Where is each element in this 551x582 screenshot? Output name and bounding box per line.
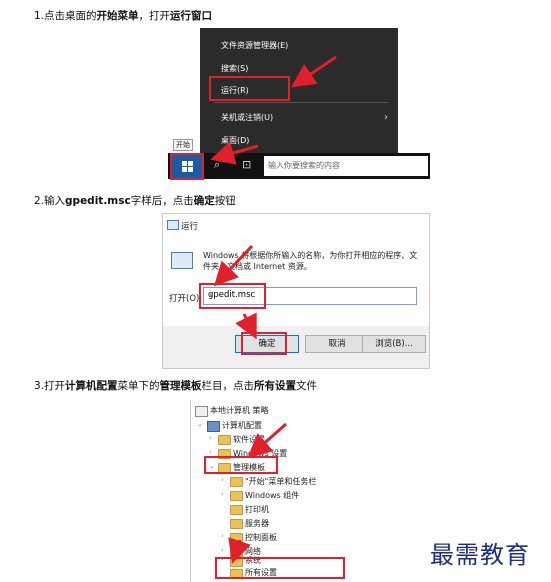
folder-icon — [230, 491, 243, 501]
menu-divider — [214, 102, 388, 103]
tree-windows-components[interactable]: Windows 组件 — [245, 490, 299, 501]
highlight-admin-templates — [204, 456, 278, 474]
step-3-instruction: 3.打开计算机配置菜单下的管理模板栏目，点击所有设置文件 — [34, 378, 317, 393]
chevron-right-icon: › — [384, 112, 388, 123]
start-tooltip: 开始 — [173, 139, 193, 151]
search-icon[interactable]: ⌕ — [214, 158, 220, 172]
run-title-icon — [167, 220, 179, 230]
tree-control-panel[interactable]: 控制面板 — [245, 532, 277, 543]
step-1-instruction: 1.点击桌面的开始菜单，打开运行窗口 — [34, 8, 212, 23]
step-1-bold-start-menu: 开始菜单 — [96, 10, 139, 22]
folder-icon — [230, 519, 243, 529]
highlight-run-item — [209, 76, 290, 101]
tree-start-menu-taskbar[interactable]: "开始"菜单和任务栏 — [245, 476, 316, 487]
expand-down-icon[interactable]: ⌄ — [197, 420, 203, 428]
policy-root-icon — [195, 406, 208, 417]
open-label: 打开(O): — [169, 294, 203, 304]
taskbar-search-placeholder: 输入你要搜索的内容 — [268, 161, 340, 170]
folder-icon — [230, 477, 243, 487]
start-menu-screenshot: 文件资源管理器(E) 搜索(S) 运行(R) 关机或注销(U) › 桌面(D) … — [168, 28, 430, 183]
watermark-logo: 最需教育 — [430, 541, 530, 569]
tree-computer-config[interactable]: 计算机配置 — [222, 420, 262, 431]
step-2-bold-command: gpedit.msc — [65, 195, 131, 207]
highlight-start-button — [170, 153, 204, 180]
folder-icon — [230, 533, 243, 543]
expand-right-icon[interactable]: › — [221, 490, 224, 498]
step-2-text-post: 按钮 — [214, 195, 236, 207]
expand-right-icon[interactable]: › — [221, 532, 224, 540]
highlight-all-settings — [215, 557, 345, 579]
menu-item-file-explorer[interactable]: 文件资源管理器(E) — [221, 40, 288, 51]
task-view-icon[interactable]: ⊡ — [242, 158, 251, 171]
folder-icon — [230, 505, 243, 515]
expand-right-icon[interactable]: › — [209, 448, 212, 456]
folder-icon — [230, 547, 243, 557]
step-3-bold-computer-config: 计算机配置 — [65, 380, 118, 392]
step-1-text-mid: ，打开 — [138, 10, 171, 22]
run-description: Windows 将根据你所输入的名称，为你打开相应的程序、文件夹、文档或 Int… — [203, 251, 418, 271]
expand-right-icon[interactable]: › — [221, 546, 224, 554]
highlight-ok-button — [241, 332, 287, 355]
menu-item-search[interactable]: 搜索(S) — [221, 63, 248, 74]
step-3-text-mid: 菜单下的 — [117, 380, 160, 392]
expand-right-icon[interactable]: › — [221, 476, 224, 484]
cancel-button[interactable]: 取消 — [305, 335, 369, 353]
run-program-icon — [171, 252, 193, 269]
step-2-bold-ok: 确定 — [193, 195, 215, 207]
tree-server[interactable]: 服务器 — [245, 518, 269, 529]
step-3-text-post2: 文件 — [296, 380, 318, 392]
highlight-command-input — [199, 283, 266, 309]
policy-tree-screenshot: 本地计算机 策略 ⌄ 计算机配置 › 软件设置 › Windows 设置 ⌄ 管… — [190, 400, 403, 582]
computer-icon — [207, 421, 220, 432]
taskbar: ⌕ ⊡ 输入你要搜索的内容 — [168, 153, 430, 179]
step-1-text: 1.点击桌面的 — [34, 10, 97, 22]
step-3-text-post: 栏目，点击 — [201, 380, 255, 392]
taskbar-search-box[interactable]: 输入你要搜索的内容 — [264, 156, 428, 176]
step-2-text: 2.输入 — [34, 195, 66, 207]
run-dialog-title: 运行 — [181, 222, 199, 232]
step-3-text: 3.打开 — [34, 380, 66, 392]
step-2-instruction: 2.输入gpedit.msc字样后，点击确定按钮 — [34, 193, 236, 208]
folder-icon — [218, 435, 231, 445]
browse-button[interactable]: 浏览(B)... — [362, 335, 426, 353]
menu-item-shutdown[interactable]: 关机或注销(U) — [221, 112, 273, 123]
expand-right-icon[interactable]: › — [209, 434, 212, 442]
step-3-bold-admin-templates: 管理模板 — [159, 380, 202, 392]
tree-root[interactable]: 本地计算机 策略 — [210, 405, 269, 416]
tree-software-settings[interactable]: 软件设置 — [233, 434, 265, 445]
menu-item-desktop[interactable]: 桌面(D) — [221, 135, 249, 146]
step-3-bold-all-settings: 所有设置 — [254, 380, 297, 392]
tree-printers[interactable]: 打印机 — [245, 504, 269, 515]
step-1-bold-run-window: 运行窗口 — [170, 10, 213, 22]
step-2-text-mid: 字样后，点击 — [130, 195, 194, 207]
